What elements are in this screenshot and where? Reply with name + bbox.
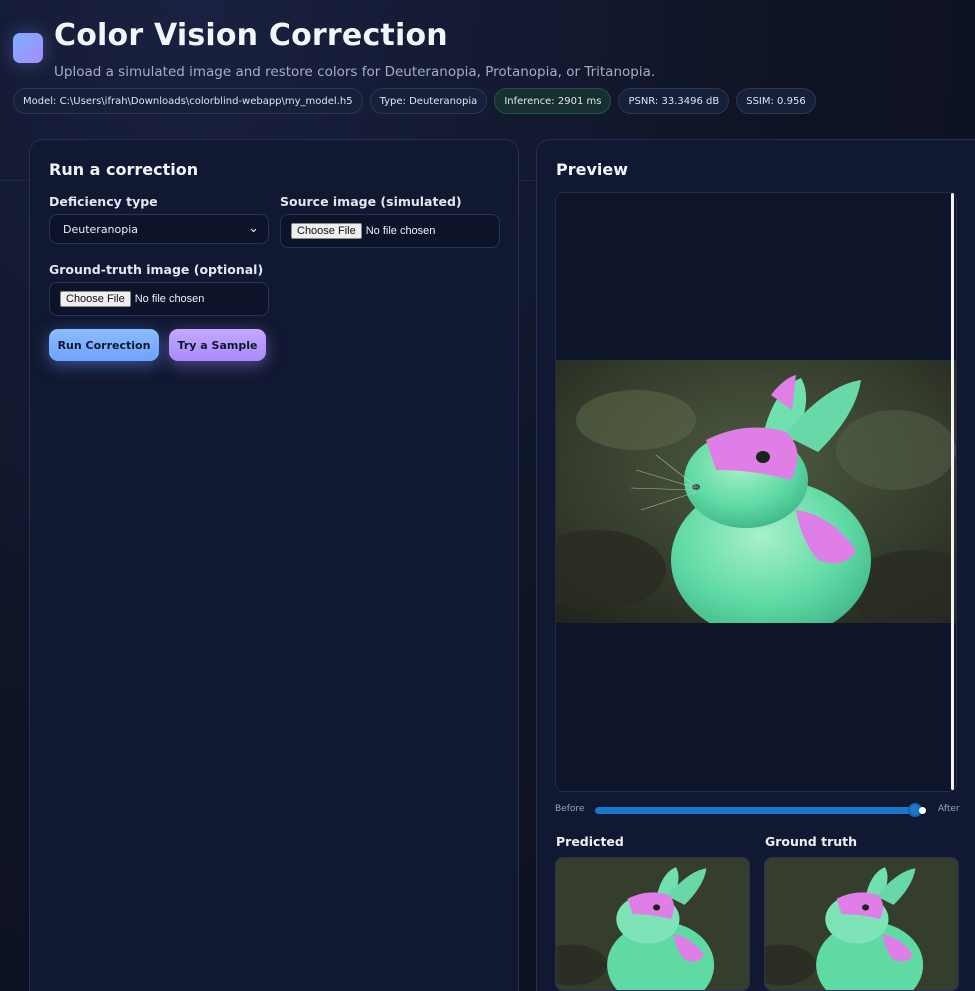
source-file-input[interactable]: Choose File No file chosen <box>280 214 500 248</box>
type-badge: Type: Deuteranopia <box>369 88 488 114</box>
before-after-slider[interactable]: Before After <box>555 802 965 818</box>
ground-truth-preview-label: Ground truth <box>765 834 858 849</box>
page-subtitle: Upload a simulated image and restore col… <box>54 64 656 80</box>
slider-after-label: After <box>938 804 960 814</box>
preview-card-title: Preview <box>556 160 629 179</box>
stats-badges: Model: C:\Users\ifrah\Downloads\colorbli… <box>13 88 816 114</box>
deficiency-selected-value: Deuteranopia <box>63 222 139 236</box>
deficiency-select[interactable]: Deuteranopia ⌄ <box>49 214 269 244</box>
preview-image <box>556 360 956 623</box>
try-sample-button[interactable]: Try a Sample <box>169 329 266 361</box>
slider-before-label: Before <box>555 804 585 814</box>
slider-end-marker <box>919 807 926 814</box>
ground-truth-file-status: No file chosen <box>134 293 205 305</box>
psnr-badge: PSNR: 33.3496 dB <box>618 88 730 114</box>
app-logo-icon <box>13 33 43 63</box>
ground-truth-choose-file-button[interactable]: Choose File <box>60 291 131 307</box>
source-choose-file-button[interactable]: Choose File <box>291 223 362 239</box>
ground-truth-label: Ground-truth image (optional) <box>49 262 264 277</box>
predicted-label: Predicted <box>556 834 624 849</box>
correction-card-title: Run a correction <box>49 160 199 179</box>
deficiency-label: Deficiency type <box>49 194 158 209</box>
ground-truth-image <box>764 857 959 991</box>
ground-truth-file-input[interactable]: Choose File No file chosen <box>49 282 269 316</box>
run-correction-button[interactable]: Run Correction <box>49 329 159 361</box>
ssim-badge: SSIM: 0.956 <box>736 88 816 114</box>
chevron-down-icon: ⌄ <box>248 221 259 236</box>
inference-badge: Inference: 2901 ms <box>494 88 612 114</box>
predicted-image <box>555 857 750 991</box>
model-badge: Model: C:\Users\ifrah\Downloads\colorbli… <box>13 88 363 114</box>
slider-track[interactable] <box>595 807 925 814</box>
source-label: Source image (simulated) <box>280 194 462 209</box>
source-file-status: No file chosen <box>365 225 436 237</box>
preview-scrollbar[interactable] <box>951 193 954 790</box>
page-title: Color Vision Correction <box>54 18 448 53</box>
preview-viewport[interactable] <box>555 192 957 792</box>
